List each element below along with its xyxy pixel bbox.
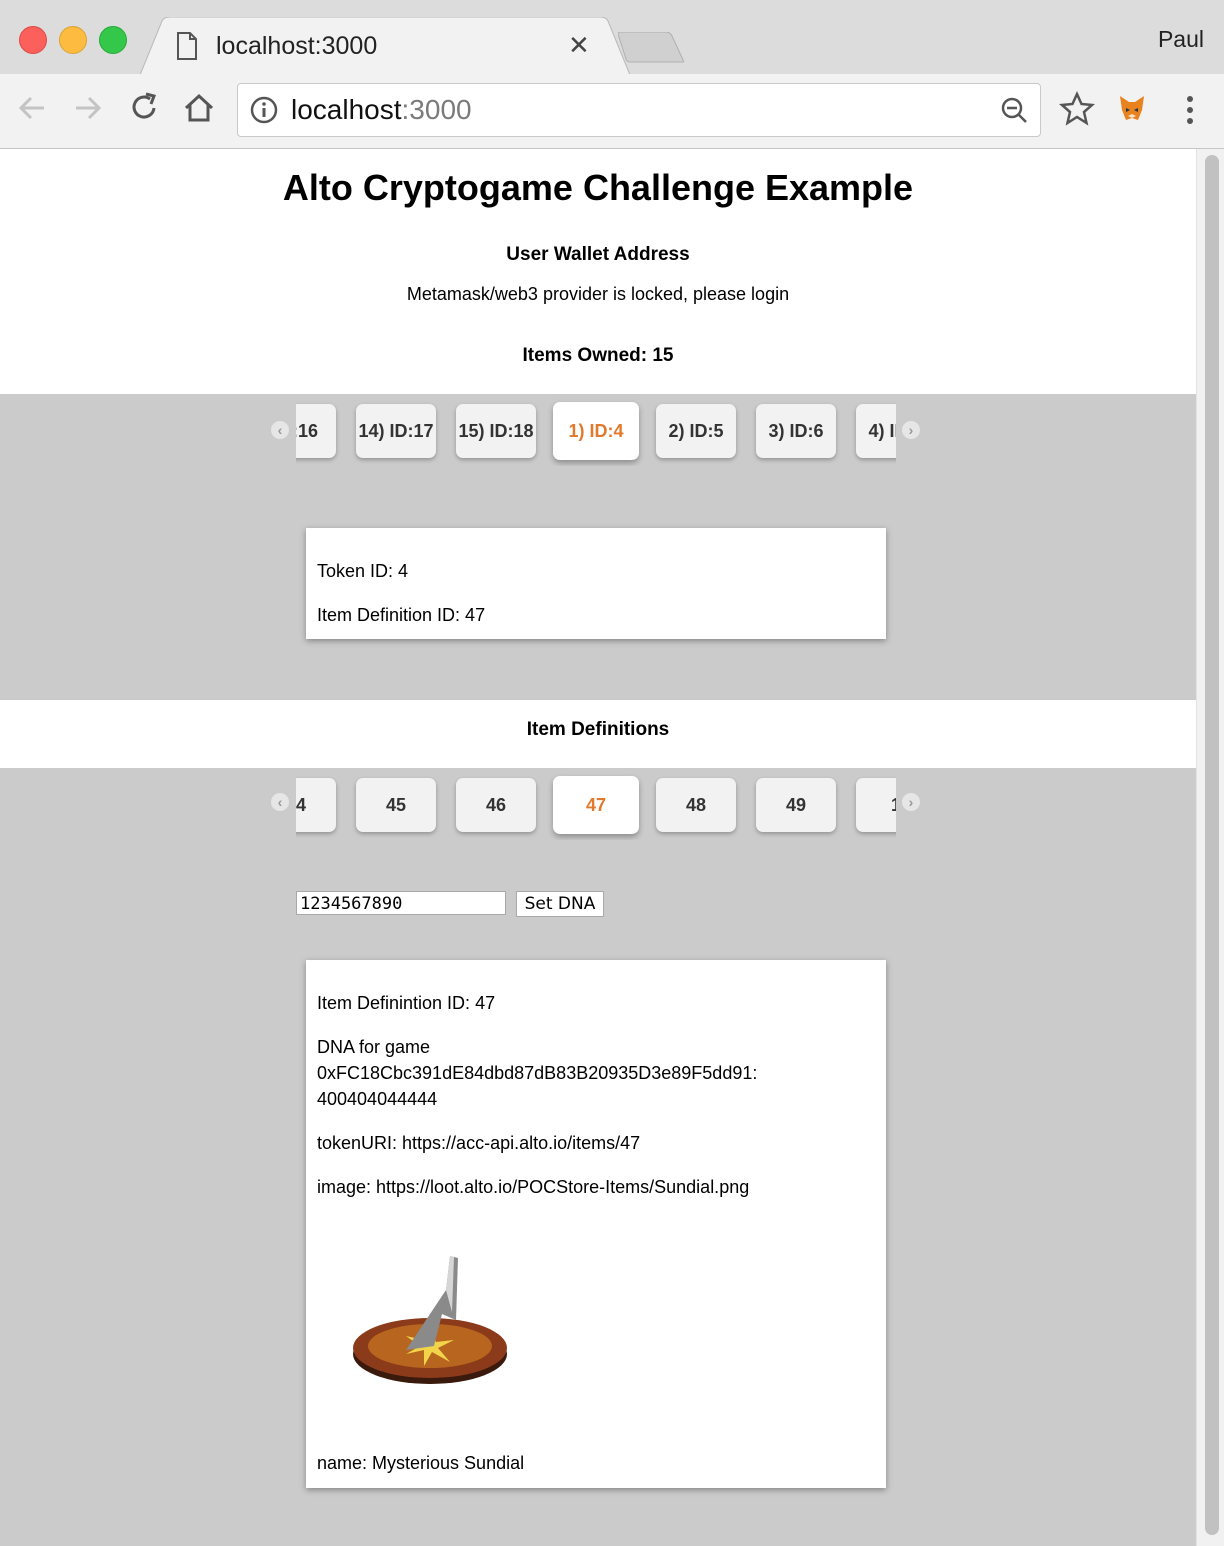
owned-item-slide[interactable]: ID:16 bbox=[296, 404, 336, 458]
scrollbar-thumb[interactable] bbox=[1205, 155, 1219, 1535]
close-tab-icon[interactable]: ✕ bbox=[568, 31, 590, 59]
bookmark-star-icon[interactable] bbox=[1058, 90, 1098, 130]
sundial-image bbox=[346, 1250, 516, 1395]
item-definition-slide[interactable]: 48 bbox=[656, 778, 736, 832]
zoom-out-icon[interactable] bbox=[1000, 96, 1028, 129]
home-icon[interactable] bbox=[181, 90, 221, 130]
dna-address: 0xFC18Cbc391dE84dbd87dB83B20935D3e89F5dd… bbox=[317, 1063, 758, 1083]
token-id: Token ID: 4 bbox=[317, 561, 409, 581]
metamask-fox-icon[interactable] bbox=[1114, 90, 1154, 130]
owned-item-slide[interactable]: 2) ID:5 bbox=[656, 404, 736, 458]
item-name: name: Mysterious Sundial bbox=[317, 1453, 525, 1473]
image-url: image: https://loot.alto.io/POCStore-Ite… bbox=[317, 1177, 750, 1197]
item-definition-slide[interactable]: 49 bbox=[756, 778, 836, 832]
new-tab-button[interactable] bbox=[617, 31, 685, 69]
close-window-button[interactable] bbox=[19, 26, 47, 54]
url-text[interactable]: localhost:3000 bbox=[291, 94, 472, 126]
owned-item-slide[interactable]: 1) ID:4 bbox=[553, 402, 639, 460]
reload-icon[interactable] bbox=[126, 90, 166, 130]
page-scrollbar[interactable] bbox=[1196, 149, 1224, 1546]
token-uri: tokenURI: https://acc-api.alto.io/items/… bbox=[317, 1133, 641, 1153]
defs-carousel-next-icon[interactable]: › bbox=[902, 793, 920, 811]
forward-arrow-icon[interactable] bbox=[70, 90, 110, 130]
owned-item-slide[interactable]: 14) ID:17 bbox=[356, 404, 436, 458]
items-owned-count: Items Owned: 15 bbox=[522, 345, 674, 366]
definition-id: Item Definintion ID: 47 bbox=[317, 993, 496, 1013]
minimize-window-button[interactable] bbox=[59, 26, 87, 54]
browser-tab[interactable]: localhost:3000 ✕ bbox=[140, 17, 630, 75]
owned-item-slide[interactable]: 4) ID:7 bbox=[856, 404, 896, 458]
token-card: Token ID: 4 Item Definition ID: 47 bbox=[306, 528, 886, 639]
menu-kebab-icon[interactable] bbox=[1170, 90, 1210, 130]
profile-name[interactable]: Paul bbox=[1158, 26, 1204, 53]
address-bar[interactable]: localhost:3000 bbox=[237, 83, 1041, 137]
item-definition-slide[interactable]: 46 bbox=[456, 778, 536, 832]
owned-items-section: ‹ ID:16 14) ID:17 15) ID:18 1) ID:4 2) ID:5 3… bbox=[0, 394, 1196, 700]
carousel-prev-icon[interactable]: ‹ bbox=[271, 421, 289, 439]
defs-carousel: 44 45 46 47 48 49 1 bbox=[296, 768, 896, 840]
owned-item-slide[interactable]: 15) ID:18 bbox=[456, 404, 536, 458]
page-icon bbox=[176, 32, 198, 65]
page-title: Alto Cryptogame Challenge Example bbox=[282, 167, 914, 208]
item-definition-slide[interactable]: 1 bbox=[856, 778, 896, 832]
browser-tabstrip: localhost:3000 ✕ Paul bbox=[0, 0, 1224, 75]
page-viewport: Alto Cryptogame Challenge Example User W… bbox=[0, 149, 1196, 1546]
token-item-def-id: Item Definition ID: 47 bbox=[317, 605, 486, 625]
item-definitions-heading: Item Definitions bbox=[526, 719, 670, 740]
browser-toolbar: localhost:3000 bbox=[0, 74, 1224, 149]
item-definition-slide[interactable]: 44 bbox=[296, 778, 336, 832]
definition-card: Item Definintion ID: 47 DNA for game 0xF… bbox=[306, 960, 886, 1488]
item-definition-slide[interactable]: 45 bbox=[356, 778, 436, 832]
tab-title: localhost:3000 bbox=[216, 32, 378, 60]
carousel-next-icon[interactable]: › bbox=[902, 421, 920, 439]
maximize-window-button[interactable] bbox=[99, 26, 127, 54]
dna-value: 400404044444 bbox=[317, 1089, 438, 1109]
wallet-message: Metamask/web3 provider is locked, please… bbox=[406, 284, 790, 304]
wallet-heading: User Wallet Address bbox=[506, 244, 690, 265]
item-definitions-section: ‹ 44 45 46 47 48 49 1 › 1234567890 Set DNA Ite… bbox=[0, 768, 1196, 1546]
dna-input[interactable]: 1234567890 bbox=[296, 891, 506, 915]
defs-carousel-prev-icon[interactable]: ‹ bbox=[271, 793, 289, 811]
owned-items-carousel: ID:16 14) ID:17 15) ID:18 1) ID:4 2) ID:5 3) … bbox=[296, 394, 896, 466]
dna-label: DNA for game bbox=[317, 1037, 431, 1057]
owned-item-slide[interactable]: 3) ID:6 bbox=[756, 404, 836, 458]
back-arrow-icon[interactable] bbox=[14, 90, 54, 130]
info-icon[interactable] bbox=[250, 96, 278, 129]
set-dna-button[interactable]: Set DNA bbox=[516, 891, 604, 917]
item-definition-slide[interactable]: 47 bbox=[553, 776, 639, 834]
